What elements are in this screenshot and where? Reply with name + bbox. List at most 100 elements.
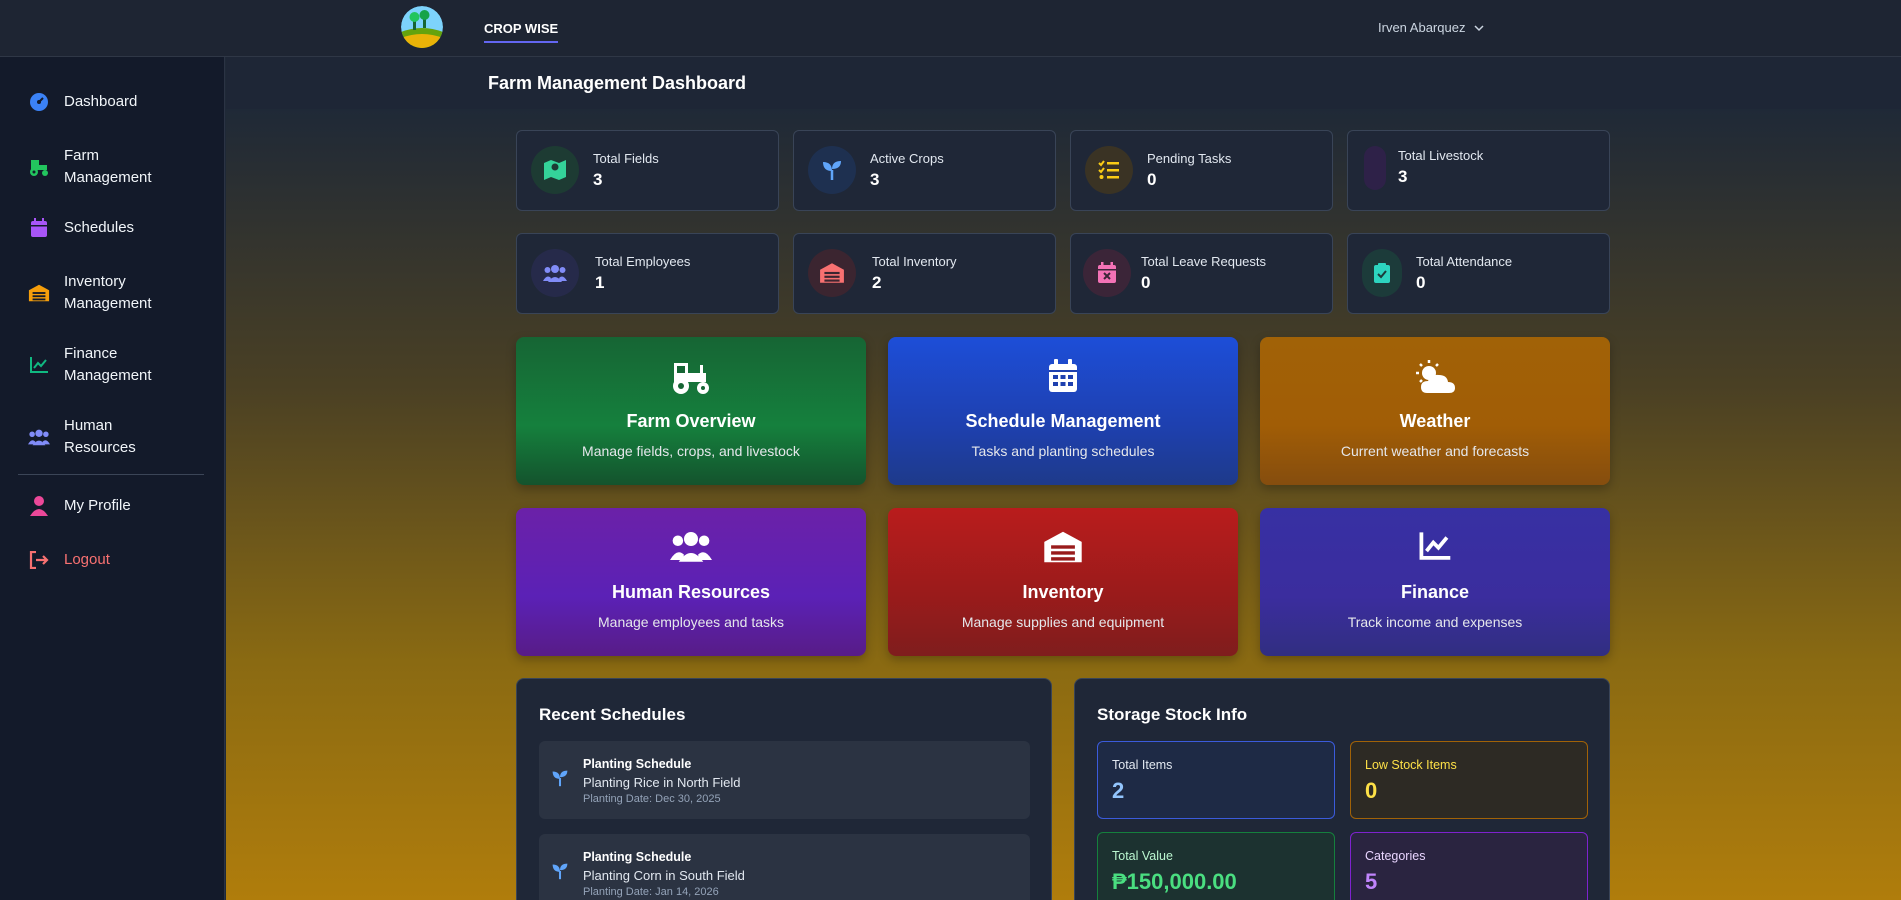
sidebar-item-my-profile[interactable]: My Profile — [28, 495, 131, 517]
panel-title: Storage Stock Info — [1097, 705, 1248, 724]
sidebar-item-farm-management[interactable]: Farm Management — [28, 145, 152, 189]
page-header — [226, 57, 1901, 109]
cloud-sun-icon — [1260, 359, 1610, 395]
sidebar-item-human-resources[interactable]: Human Resources — [28, 415, 136, 459]
seedling-icon — [551, 769, 569, 792]
stat-card-pending-tasks[interactable]: Pending Tasks 0 — [1070, 130, 1333, 211]
stat-label: Total Livestock — [1398, 148, 1484, 163]
stat-label: Total Inventory — [872, 254, 957, 269]
user-name: Irven Abarquez — [1378, 20, 1466, 35]
page-title: Farm Management Dashboard — [488, 73, 747, 93]
stock-value: 5 — [1365, 869, 1378, 894]
schedule-date: Planting Date: Dec 30, 2025 — [583, 793, 721, 805]
tile-title: Schedule Management — [965, 411, 1161, 431]
stat-card-total-inventory[interactable]: Total Inventory 2 — [793, 233, 1056, 314]
panel-title: Recent Schedules — [539, 705, 686, 724]
stat-card-total-attendance[interactable]: Total Attendance 0 — [1347, 233, 1610, 314]
schedule-item[interactable]: Planting Schedule Planting Rice in North… — [539, 741, 1030, 819]
sidebar-item-label: Inventory Management — [64, 273, 152, 312]
tile-title: Human Resources — [611, 582, 771, 602]
schedule-name: Planting Rice in North Field — [583, 775, 741, 790]
sidebar-item-label: Schedules — [64, 219, 135, 236]
tile-title: Weather — [1399, 411, 1471, 431]
calendar-icon — [888, 359, 1238, 395]
tile-farm-overview[interactable]: Farm Overview Manage fields, crops, and … — [516, 337, 866, 485]
stat-card-total-leave-requests[interactable]: Total Leave Requests 0 — [1070, 233, 1333, 314]
brand-link[interactable]: CROP WISE — [484, 21, 559, 43]
stock-box-total-items: Total Items 2 — [1097, 741, 1335, 819]
stat-card-active-crops[interactable]: Active Crops 3 — [793, 130, 1056, 211]
sidebar-item-label: Logout — [64, 551, 110, 568]
stock-box-low-stock: Low Stock Items 0 — [1350, 741, 1588, 819]
sidebar-item-label: Dashboard — [64, 93, 138, 110]
schedule-date: Planting Date: Jan 14, 2026 — [583, 886, 719, 898]
schedule-item[interactable]: Planting Schedule Planting Corn in South… — [539, 834, 1030, 900]
stock-value: 2 — [1112, 778, 1125, 803]
warehouse-icon — [28, 282, 50, 304]
chevron-down-icon — [1474, 24, 1484, 31]
sidebar-item-dashboard[interactable]: Dashboard — [28, 91, 137, 113]
recent-schedules-panel: Recent Schedules Planting Schedule Plant… — [516, 678, 1052, 900]
warehouse-icon — [888, 530, 1238, 566]
stat-value: 3 — [870, 170, 880, 189]
gauge-icon — [28, 91, 50, 113]
sidebar-item-schedules[interactable]: Schedules — [28, 217, 134, 239]
seedling-icon — [808, 146, 856, 194]
tile-description: Track income and expenses — [1347, 614, 1523, 630]
logout-icon — [28, 549, 50, 571]
sidebar-item-inventory-management[interactable]: Inventory Management — [28, 271, 152, 315]
stock-box-categories: Categories 5 — [1350, 832, 1588, 900]
user-icon — [28, 495, 50, 517]
tile-weather[interactable]: Weather Current weather and forecasts — [1260, 337, 1610, 485]
storage-stock-panel: Storage Stock Info Total Items 2 Low Sto… — [1074, 678, 1610, 900]
stat-label: Total Fields — [593, 151, 659, 166]
tile-human-resources[interactable]: Human Resources Manage employees and tas… — [516, 508, 866, 656]
stock-label: Categories — [1365, 849, 1426, 863]
stat-label: Pending Tasks — [1147, 151, 1232, 166]
sidebar-divider — [18, 474, 204, 475]
top-navbar: CROP WISE Irven Abarquez — [0, 0, 1901, 57]
stat-label: Active Crops — [870, 151, 944, 166]
user-menu[interactable]: Irven Abarquez — [1378, 20, 1485, 35]
schedule-name: Planting Corn in South Field — [583, 868, 745, 883]
schedule-type: Planting Schedule — [583, 757, 692, 771]
stock-box-total-value: Total Value ₱150,000.00 — [1097, 832, 1335, 900]
stat-value: 0 — [1147, 170, 1157, 189]
stock-label: Low Stock Items — [1365, 758, 1457, 772]
tile-title: Finance — [1400, 582, 1470, 602]
stat-label: Total Attendance — [1416, 254, 1513, 269]
sidebar: Dashboard Farm Management Schedules Inve… — [0, 57, 225, 900]
warehouse-icon — [808, 249, 856, 297]
stat-card-total-livestock[interactable]: Total Livestock 3 — [1347, 130, 1610, 211]
tile-title: Farm Overview — [626, 411, 756, 431]
stock-value: ₱150,000.00 — [1112, 869, 1237, 894]
seedling-icon — [551, 862, 569, 885]
schedule-type: Planting Schedule — [583, 850, 692, 864]
tractor-icon — [516, 359, 866, 395]
users-icon — [28, 426, 50, 448]
app-logo[interactable] — [401, 6, 443, 48]
tile-title: Inventory — [1022, 582, 1104, 602]
sidebar-item-label: My Profile — [64, 497, 131, 514]
users-icon — [531, 249, 579, 297]
sidebar-item-label: Human Resources — [64, 417, 136, 456]
tile-description: Tasks and planting schedules — [971, 443, 1155, 459]
stat-value: 0 — [1416, 273, 1426, 292]
stat-card-total-fields[interactable]: Total Fields 3 — [516, 130, 779, 211]
sidebar-item-logout[interactable]: Logout — [28, 549, 110, 571]
stock-label: Total Items — [1112, 758, 1173, 772]
tile-inventory[interactable]: Inventory Manage supplies and equipment — [888, 508, 1238, 656]
tile-description: Manage employees and tasks — [598, 614, 784, 630]
tile-finance[interactable]: Finance Track income and expenses — [1260, 508, 1610, 656]
line-chart-icon — [1260, 530, 1610, 566]
tractor-icon — [28, 156, 50, 178]
stock-label: Total Value — [1112, 849, 1173, 863]
sidebar-item-finance-management[interactable]: Finance Management — [28, 343, 152, 387]
stat-label: Total Leave Requests — [1141, 254, 1267, 269]
stat-card-total-employees[interactable]: Total Employees 1 — [516, 233, 779, 314]
clipboard-check-icon — [1362, 249, 1402, 297]
tile-schedule-management[interactable]: Schedule Management Tasks and planting s… — [888, 337, 1238, 485]
stat-label: Total Employees — [595, 254, 691, 269]
stat-value: 0 — [1141, 273, 1151, 292]
stat-value: 3 — [593, 170, 603, 189]
